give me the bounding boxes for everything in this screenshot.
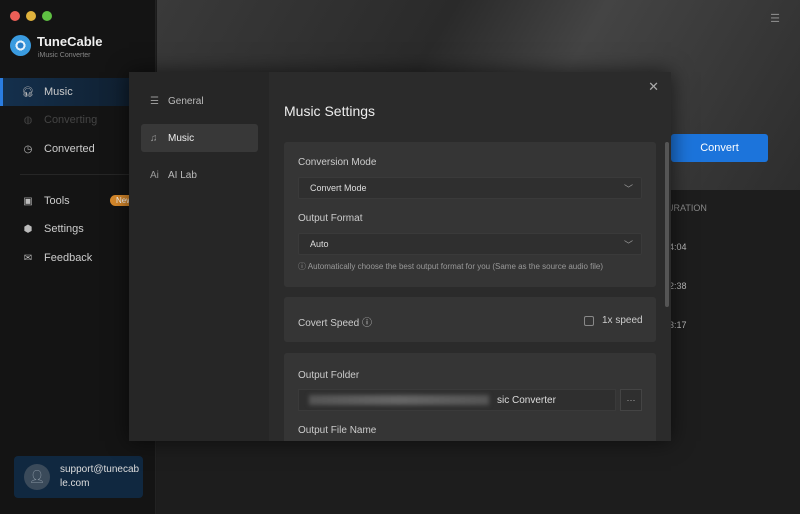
blurred-path — [309, 395, 489, 405]
hint-text: Automatically choose the best output for… — [307, 262, 604, 271]
convert-button[interactable]: Convert — [671, 134, 768, 162]
headphones-icon: 🎧︎ — [21, 86, 35, 98]
sidebar-item-label: Converted — [44, 143, 95, 155]
minimize-window-button[interactable] — [26, 11, 36, 21]
settings-nav: ☰ General ♫ Music Ai AI Lab — [129, 72, 269, 441]
ai-icon: Ai — [150, 169, 159, 181]
browse-folder-button[interactable]: ··· — [620, 389, 642, 411]
sliders-icon: ☰ — [150, 95, 159, 107]
zoom-window-button[interactable] — [42, 11, 52, 21]
track-duration: 3:17 — [669, 320, 687, 330]
clock-icon: ◷ — [23, 143, 33, 155]
info-icon: ⓘ — [298, 262, 308, 271]
output-format-hint: ⓘ Automatically choose the best output f… — [298, 261, 603, 272]
sidebar-item-label: Tools — [44, 195, 70, 207]
app-subtitle: iMusic Converter — [38, 52, 91, 59]
settings-tab-general[interactable]: ☰ General — [141, 87, 258, 115]
window-controls — [10, 11, 52, 21]
mail-icon: ✉ — [23, 252, 33, 264]
music-note-icon: ♫ — [150, 132, 158, 144]
conversion-mode-select[interactable]: Convert Mode ﹀ — [298, 177, 642, 199]
output-file-name-label: Output File Name — [298, 425, 377, 436]
output-card: Output Folder sic Converter ··· Output F… — [284, 353, 656, 441]
speed-checkbox[interactable]: 1x speed — [584, 315, 643, 326]
track-duration: 2:38 — [669, 281, 687, 291]
conversion-mode-label: Conversion Mode — [298, 157, 377, 168]
chevron-down-icon: ﹀ — [623, 184, 633, 194]
scrollbar[interactable] — [665, 142, 669, 307]
path-text: sic Converter — [497, 394, 556, 406]
user-email: support@tunecable.com — [60, 464, 140, 489]
format-card: Conversion Mode Convert Mode ﹀ Output For… — [284, 142, 656, 287]
sidebar-item-label: Settings — [44, 223, 84, 235]
select-value: Auto — [310, 239, 329, 249]
settings-tab-music[interactable]: ♫ Music — [141, 124, 258, 152]
chevron-down-icon: ﹀ — [623, 240, 633, 250]
gear-icon: ⬢ — [23, 223, 33, 235]
output-folder-input[interactable]: sic Converter — [298, 389, 616, 411]
tab-label: AI Lab — [168, 169, 197, 181]
convert-speed-label: Covert Speed ⓘ — [298, 314, 372, 329]
user-icon: 👤︎ — [24, 464, 50, 490]
sidebar-item-label: Converting — [44, 114, 98, 126]
info-icon[interactable]: ⓘ — [362, 318, 372, 329]
user-account[interactable]: 👤︎ support@tunecable.com — [14, 456, 143, 498]
settings-tab-ai-lab[interactable]: Ai AI Lab — [141, 161, 258, 189]
select-value: Convert Mode — [310, 183, 367, 193]
tab-label: Music — [168, 132, 195, 144]
tab-label: General — [168, 95, 204, 107]
checkbox-label: 1x speed — [602, 315, 643, 326]
duration-header: URATION — [667, 203, 707, 213]
sidebar-item-label: Feedback — [44, 252, 93, 264]
track-duration: 4:04 — [669, 242, 687, 252]
logo-icon — [10, 35, 31, 56]
sidebar-item-label: Music — [44, 86, 73, 98]
menu-icon[interactable]: ☰ — [770, 12, 780, 25]
settings-dialog: ☰ General ♫ Music Ai AI Lab Music Settings … — [129, 72, 671, 441]
output-format-select[interactable]: Auto ﹀ — [298, 233, 642, 255]
dialog-title: Music Settings — [284, 103, 376, 119]
close-window-button[interactable] — [10, 11, 20, 21]
output-folder-label: Output Folder — [298, 370, 360, 381]
speed-card: Covert Speed ⓘ 1x speed — [284, 297, 656, 342]
app-name: TuneCable — [37, 34, 103, 49]
toolbox-icon: ▣ — [23, 195, 33, 207]
output-format-label: Output Format — [298, 213, 363, 224]
converting-icon: ◍ — [23, 114, 33, 126]
close-icon[interactable]: ✕ — [648, 79, 659, 95]
label-text: Covert Speed — [298, 318, 360, 329]
checkbox-box[interactable] — [584, 315, 594, 326]
